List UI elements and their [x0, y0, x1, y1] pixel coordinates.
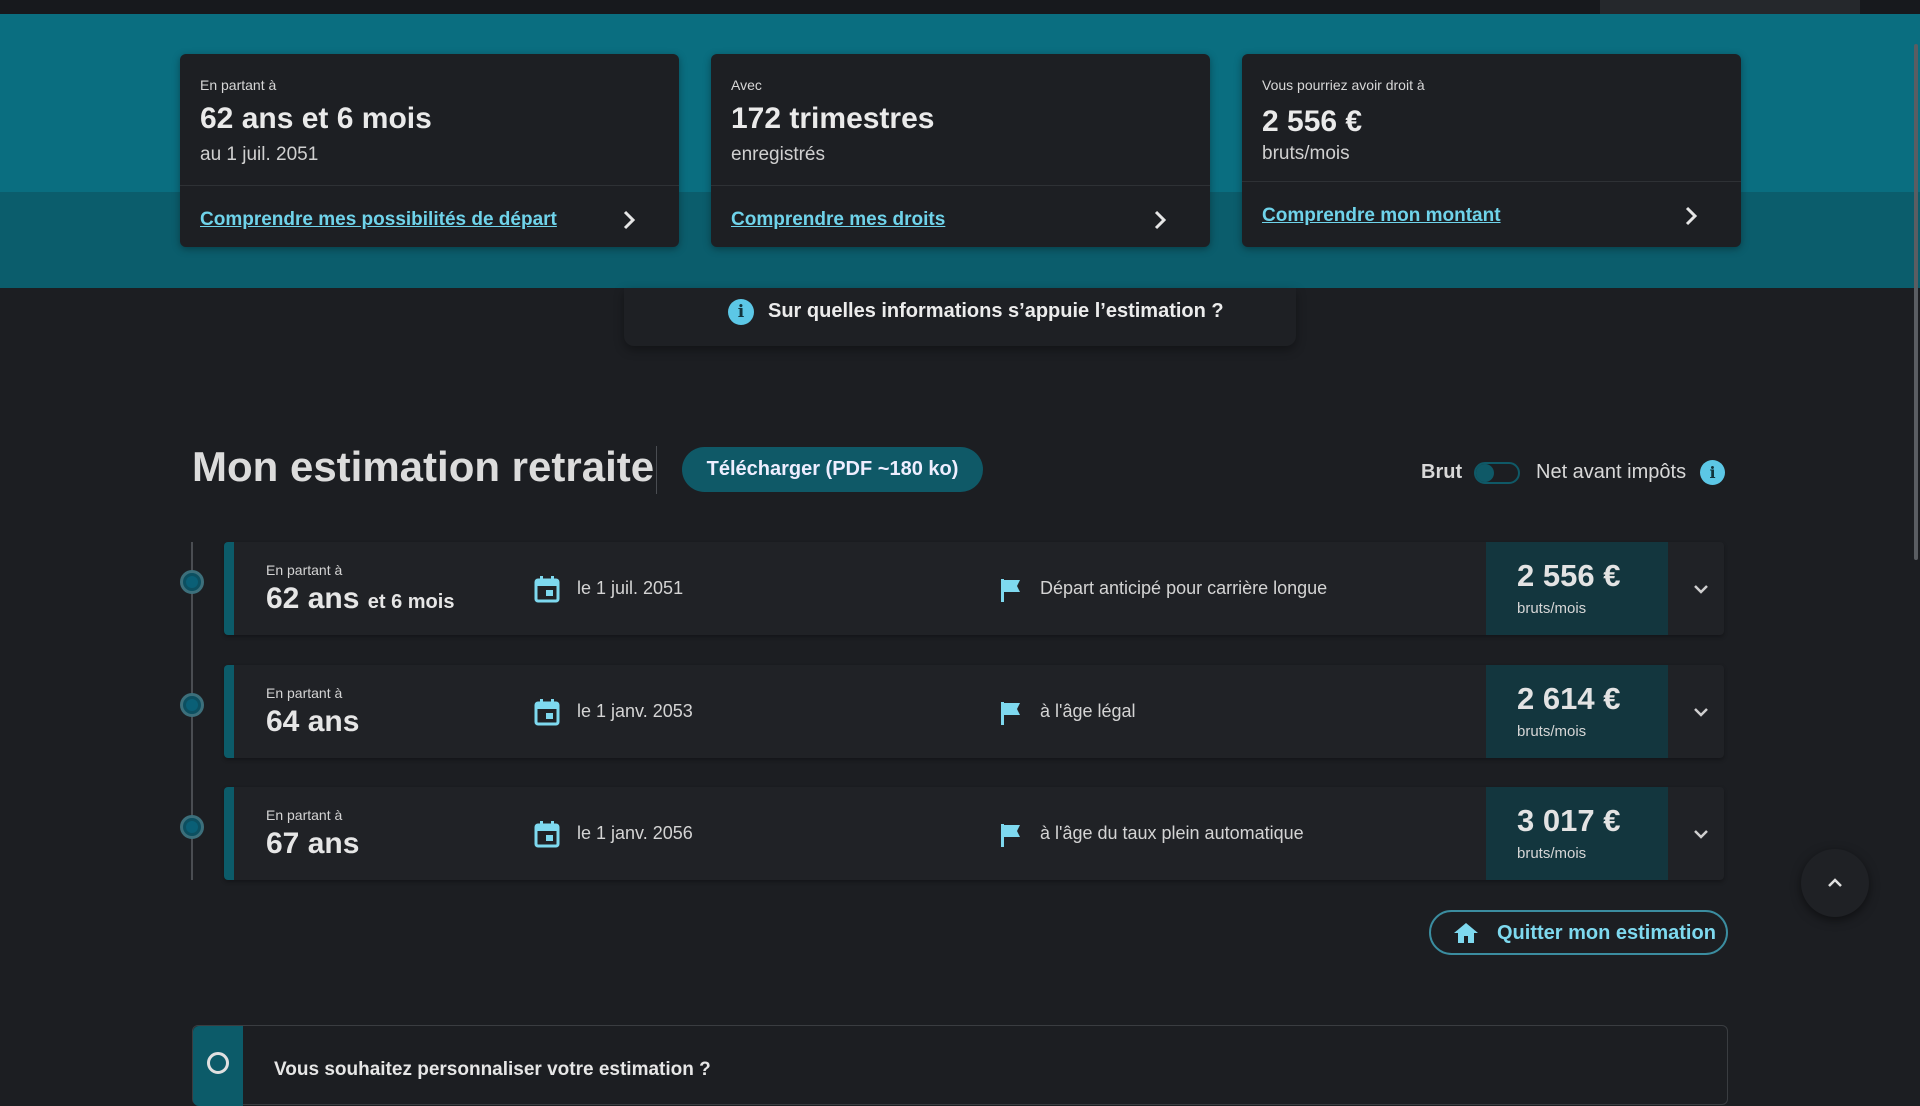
row-reason: à l'âge légal — [1040, 701, 1136, 721]
chevron-right-icon[interactable] — [617, 208, 641, 232]
toggle-label-net: Net avant impôts — [1536, 461, 1687, 483]
timeline-dot — [180, 570, 204, 594]
row-label: En partant à — [266, 685, 343, 701]
row-age: 67 ans — [266, 827, 360, 860]
chevron-up-icon — [1828, 878, 1842, 887]
chevron-down-icon[interactable] — [1690, 701, 1712, 723]
estimation-row[interactable]: En partant à 62 ans et 6 mois le 1 juil.… — [224, 542, 1724, 635]
amount-card: Vous pourriez avoir droit à 2 556 € brut… — [1242, 54, 1741, 247]
quit-label: Quitter mon estimation — [1497, 922, 1716, 944]
calendar-icon — [534, 821, 560, 848]
personalize-card[interactable]: Vous souhaitez personnaliser votre estim… — [192, 1025, 1728, 1106]
personalize-title: Vous souhaitez personnaliser votre estim… — [274, 1059, 711, 1080]
home-icon — [1454, 923, 1478, 943]
top-bar — [0, 0, 1920, 14]
row-date: le 1 janv. 2053 — [577, 701, 693, 721]
quarters-card: Avec 172 trimestres enregistrés Comprend… — [711, 54, 1210, 247]
row-label: En partant à — [266, 807, 343, 823]
row-amount: 2 614 € bruts/mois — [1486, 665, 1668, 758]
card-label: Vous pourriez avoir droit à — [1262, 77, 1425, 93]
flag-icon — [1001, 824, 1020, 847]
row-label: En partant à — [266, 562, 343, 578]
row-reason: Départ anticipé pour carrière longue — [1040, 578, 1328, 598]
card-subtitle: au 1 juil. 2051 — [200, 144, 319, 165]
toggle-label-brut: Brut — [1421, 461, 1463, 483]
scrollbar[interactable] — [1914, 44, 1918, 560]
info-icon[interactable]: i — [1700, 460, 1725, 485]
download-pdf-button[interactable]: Télécharger (PDF ~180 ko) — [682, 447, 983, 492]
scroll-to-top-button[interactable] — [1801, 849, 1869, 917]
amount-unit: bruts/mois — [1517, 845, 1587, 862]
info-icon: i — [728, 299, 754, 325]
timeline-dot — [180, 815, 204, 839]
card-label: En partant à — [200, 77, 277, 93]
row-age: 62 ans et 6 mois — [266, 582, 455, 615]
card-value: 2 556 € — [1262, 105, 1363, 138]
estimation-row[interactable]: En partant à 64 ans le 1 janv. 2053 à l'… — [224, 665, 1724, 758]
chevron-down-icon[interactable] — [1690, 578, 1712, 600]
divider — [656, 446, 657, 494]
card-value: 62 ans et 6 mois — [200, 102, 432, 135]
amount-unit: bruts/mois — [1517, 600, 1587, 617]
card-subtitle: bruts/mois — [1262, 143, 1350, 164]
row-date: le 1 juil. 2051 — [577, 578, 684, 598]
flag-icon — [1001, 579, 1020, 602]
quit-estimation-button[interactable]: Quitter mon estimation — [1429, 910, 1728, 955]
flag-icon — [1001, 702, 1020, 725]
amount-value: 2 556 € — [1517, 558, 1621, 593]
amount-unit: bruts/mois — [1517, 723, 1587, 740]
chevron-right-icon[interactable] — [1679, 204, 1703, 228]
calendar-icon — [534, 699, 560, 726]
brut-net-toggle[interactable] — [1474, 462, 1520, 484]
search-icon — [207, 1052, 229, 1074]
departure-possibilities-link[interactable]: Comprendre mes possibilités de départ — [200, 209, 557, 231]
departure-card: En partant à 62 ans et 6 mois au 1 juil.… — [180, 54, 679, 247]
page-title: Mon estimation retraite — [192, 443, 655, 490]
row-age: 64 ans — [266, 705, 360, 738]
row-date: le 1 janv. 2056 — [577, 823, 693, 843]
estimation-info-toggle[interactable]: i Sur quelles informations s’appuie l’es… — [624, 288, 1296, 346]
row-reason: à l'âge du taux plein automatique — [1040, 823, 1304, 843]
chevron-down-icon[interactable] — [1690, 823, 1712, 845]
amount-value: 2 614 € — [1517, 681, 1621, 716]
timeline-dot — [180, 693, 204, 717]
row-amount: 3 017 € bruts/mois — [1486, 787, 1668, 880]
amount-link[interactable]: Comprendre mon montant — [1262, 205, 1501, 227]
toggle-knob — [1476, 464, 1494, 482]
card-value: 172 trimestres — [731, 102, 935, 135]
top-bar-segment — [1600, 0, 1860, 14]
card-subtitle: enregistrés — [731, 144, 825, 165]
info-bar-text: Sur quelles informations s’appuie l’esti… — [768, 300, 1224, 322]
amount-value: 3 017 € — [1517, 803, 1621, 838]
card-label: Avec — [731, 77, 762, 93]
chevron-right-icon[interactable] — [1148, 208, 1172, 232]
estimation-row[interactable]: En partant à 67 ans le 1 janv. 2056 à l'… — [224, 787, 1724, 880]
row-amount: 2 556 € bruts/mois — [1486, 542, 1668, 635]
calendar-icon — [534, 576, 560, 603]
rights-link[interactable]: Comprendre mes droits — [731, 209, 945, 231]
